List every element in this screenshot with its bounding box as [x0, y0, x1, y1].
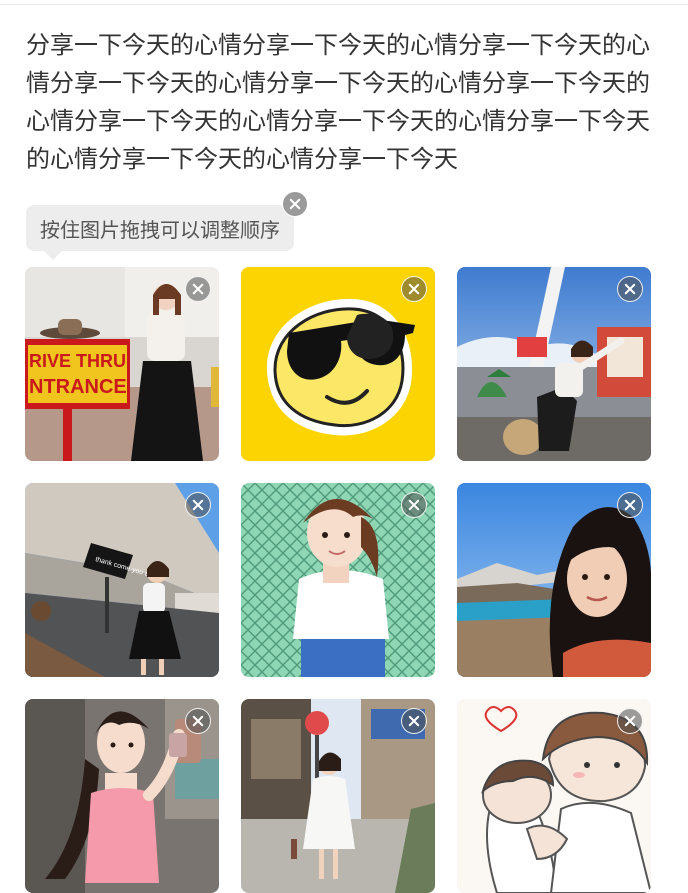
close-icon — [408, 715, 420, 727]
close-icon — [408, 499, 420, 511]
remove-photo-button[interactable] — [401, 492, 427, 518]
remove-photo-button[interactable] — [185, 492, 211, 518]
remove-photo-button[interactable] — [617, 276, 643, 302]
drag-hint-tooltip: 按住图片拖拽可以调整顺序 — [26, 191, 308, 260]
photo-tile[interactable] — [25, 699, 219, 893]
top-divider — [0, 0, 688, 5]
sign-line-1: RIVE THRU — [29, 351, 126, 371]
drag-hint-text: 按住图片拖拽可以调整顺序 — [40, 217, 280, 242]
photo-tile[interactable] — [241, 267, 435, 461]
close-icon — [624, 283, 636, 295]
photo-tile[interactable] — [457, 483, 651, 677]
tooltip-close-button[interactable] — [282, 191, 308, 217]
remove-photo-button[interactable] — [185, 708, 211, 734]
close-icon — [289, 198, 301, 210]
tooltip-arrow — [44, 251, 62, 260]
close-icon — [624, 715, 636, 727]
photo-tile[interactable]: thank come you again — [25, 483, 219, 677]
photo-grid: RIVE THRU NTRANCE thank come you again — [25, 267, 651, 893]
close-icon — [408, 283, 420, 295]
close-icon — [192, 715, 204, 727]
post-text[interactable]: 分享一下今天的心情分享一下今天的心情分享一下今天的心情分享一下今天的心情分享一下… — [26, 26, 656, 178]
close-icon — [624, 499, 636, 511]
sign-line-2: NTRANCE — [29, 376, 127, 398]
remove-photo-button[interactable] — [185, 276, 211, 302]
close-icon — [192, 283, 204, 295]
remove-photo-button[interactable] — [617, 492, 643, 518]
remove-photo-button[interactable] — [401, 276, 427, 302]
photo-tile[interactable] — [457, 267, 651, 461]
remove-photo-button[interactable] — [617, 708, 643, 734]
photo-tile[interactable]: RIVE THRU NTRANCE — [25, 267, 219, 461]
photo-tile[interactable] — [457, 699, 651, 893]
photo-tile[interactable] — [241, 483, 435, 677]
remove-photo-button[interactable] — [401, 708, 427, 734]
photo-tile[interactable] — [241, 699, 435, 893]
close-icon — [192, 499, 204, 511]
